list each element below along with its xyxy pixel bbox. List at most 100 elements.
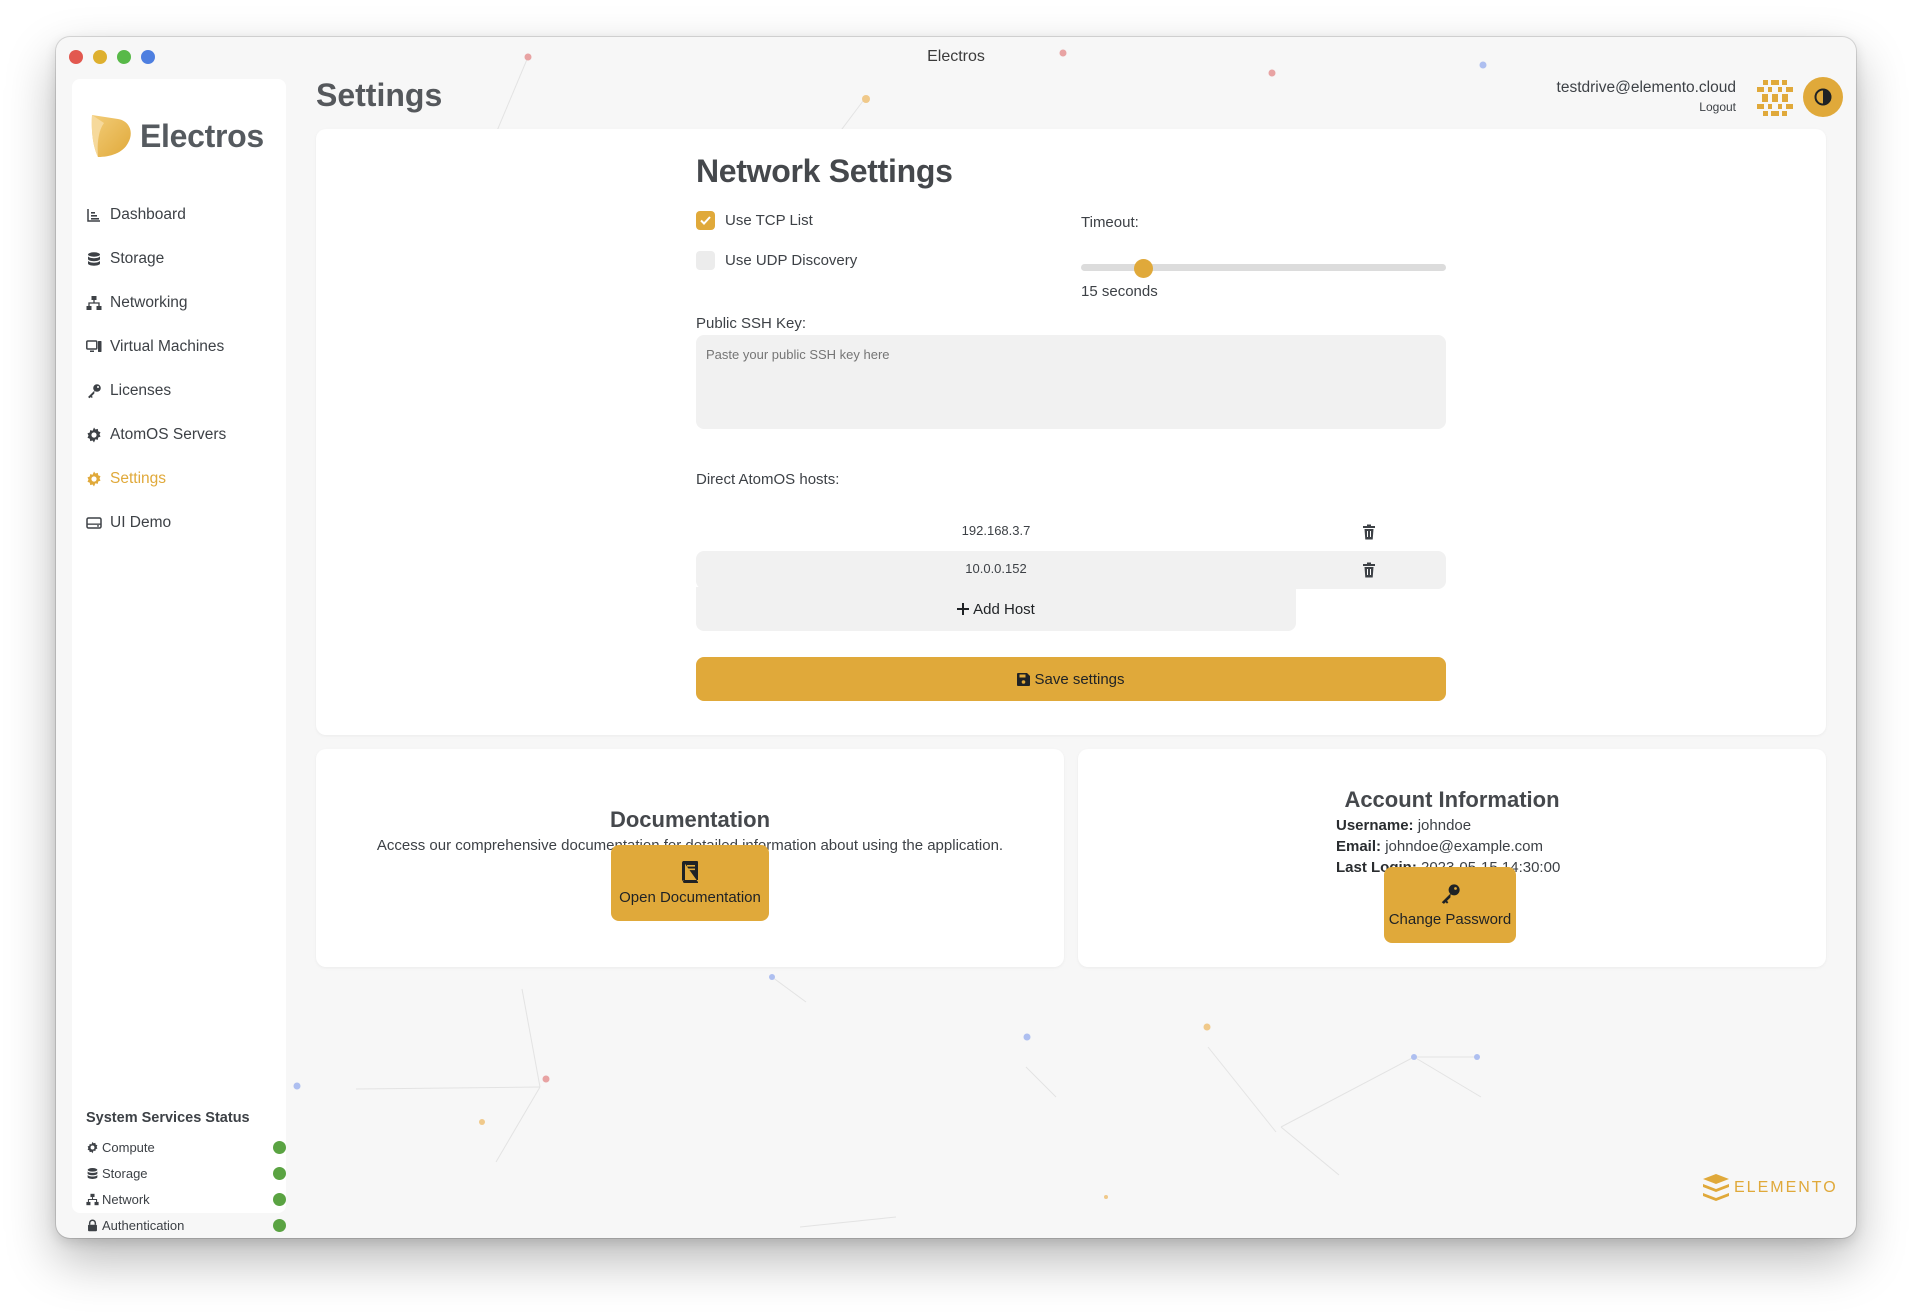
- network-icon: [86, 296, 102, 310]
- chip-icon: [87, 1141, 98, 1153]
- save-icon: [1017, 672, 1031, 686]
- use-tcp-checkbox[interactable]: Use TCP List: [696, 211, 813, 230]
- account-email-row: Email: johndoe@example.com: [1336, 838, 1544, 855]
- checkbox-checked[interactable]: [696, 211, 715, 230]
- sidebar-item-virtual-machines[interactable]: Virtual Machines: [86, 325, 276, 369]
- sidebar-item-ui-demo[interactable]: UI Demo: [86, 501, 276, 545]
- key-icon: [88, 384, 101, 399]
- ssh-key-input[interactable]: [696, 335, 1446, 429]
- checkbox-unchecked[interactable]: [696, 251, 715, 270]
- save-settings-label: Save settings: [1034, 670, 1125, 688]
- chart-icon: [87, 209, 100, 222]
- electros-logo-icon: [91, 115, 131, 157]
- gear-icon: [87, 427, 101, 443]
- sidebar-item-licenses[interactable]: Licenses: [86, 369, 276, 413]
- add-host-label: Add Host: [973, 600, 1035, 618]
- sidebar-item-label: Dashboard: [110, 206, 186, 223]
- gear-icon: [87, 471, 101, 487]
- status-title: System Services Status: [86, 1110, 250, 1126]
- timeout-slider[interactable]: [1081, 259, 1446, 278]
- trash-icon[interactable]: [1362, 524, 1376, 540]
- account-title: Account Information: [1344, 787, 1560, 812]
- network-settings-title: Network Settings: [696, 153, 953, 189]
- account-card: Account Information Username: johndoe Em…: [1078, 749, 1826, 967]
- sidebar-item-atomos-servers[interactable]: AtomOS Servers: [86, 413, 276, 457]
- host-ip: 192.168.3.7: [961, 523, 1031, 538]
- avatar[interactable]: [1754, 77, 1796, 119]
- status-row-authentication: Authentication: [86, 1212, 286, 1238]
- logout-link[interactable]: Logout: [1557, 100, 1736, 114]
- window-title: Electros: [927, 48, 985, 65]
- sidebar-item-label: Settings: [110, 470, 167, 487]
- elemento-logo: ELEMENTO: [1702, 1173, 1838, 1203]
- network-settings-card: Network Settings Use TCP List Use UDP Di…: [316, 129, 1826, 735]
- timeout-value: 15 seconds: [1081, 283, 1158, 300]
- sidebar-item-label: Storage: [110, 250, 165, 267]
- hosts-list: 192.168.3.7 10.0.0.152: [696, 513, 1446, 589]
- close-window-button[interactable]: [69, 50, 83, 64]
- hdd-icon: [86, 517, 102, 529]
- window-controls: [69, 50, 155, 64]
- host-row: 10.0.0.152: [696, 551, 1446, 589]
- check-icon: [700, 216, 711, 225]
- maximize-window-button[interactable]: [117, 50, 131, 64]
- hosts-label: Direct AtomOS hosts:: [696, 471, 840, 488]
- book-icon: [682, 860, 698, 883]
- status-row-compute: Compute: [86, 1134, 286, 1160]
- account-username: johndoe: [1417, 817, 1472, 834]
- theme-toggle-button[interactable]: [1803, 77, 1843, 117]
- status-row-storage: Storage: [86, 1160, 286, 1186]
- minimize-window-button[interactable]: [93, 50, 107, 64]
- key-icon: [1441, 883, 1460, 904]
- documentation-card: Documentation Access our comprehensive d…: [316, 749, 1064, 967]
- ssh-key-label: Public SSH Key:: [696, 315, 807, 332]
- extra-window-button[interactable]: [141, 50, 155, 64]
- elemento-logo-icon: [1703, 1174, 1729, 1201]
- status-row-network: Network: [86, 1186, 286, 1212]
- status-indicator: [273, 1192, 286, 1206]
- status-indicator: [273, 1166, 286, 1180]
- trash-icon[interactable]: [1362, 562, 1376, 578]
- sidebar-item-storage[interactable]: Storage: [86, 237, 276, 281]
- status-indicator: [273, 1140, 286, 1154]
- sidebar-nav: Dashboard Storage Networking Virtual Mac…: [86, 193, 276, 545]
- computer-icon: [86, 340, 102, 352]
- host-ip: 10.0.0.152: [965, 561, 1027, 576]
- sidebar-item-networking[interactable]: Networking: [86, 281, 276, 325]
- use-udp-checkbox[interactable]: Use UDP Discovery: [696, 251, 857, 270]
- network-icon: [86, 1193, 99, 1205]
- user-email: testdrive@elemento.cloud: [1556, 79, 1736, 96]
- use-udp-label: Use UDP Discovery: [725, 252, 858, 269]
- brand-name: Electros: [140, 117, 264, 154]
- page-title: Settings: [316, 77, 443, 113]
- sidebar: Electros Dashboard Storage Networking Vi…: [72, 79, 286, 1233]
- database-icon: [87, 1167, 98, 1179]
- title-bar: Electros: [56, 37, 1856, 77]
- add-host-button[interactable]: Add Host: [696, 587, 1296, 631]
- app-window: Electros Electros Dashboard Storage Netw…: [56, 37, 1856, 1238]
- brand[interactable]: Electros: [88, 111, 264, 161]
- use-tcp-label: Use TCP List: [725, 212, 813, 229]
- open-documentation-button[interactable]: Open Documentation: [611, 845, 769, 921]
- status-indicator: [273, 1218, 286, 1232]
- timeout-label: Timeout:: [1081, 214, 1139, 231]
- change-password-label: Change Password: [1388, 910, 1512, 928]
- contrast-icon: [1814, 88, 1832, 106]
- database-icon: [88, 252, 100, 266]
- sidebar-item-dashboard[interactable]: Dashboard: [86, 193, 276, 237]
- sidebar-item-label: AtomOS Servers: [110, 426, 227, 443]
- change-password-button[interactable]: Change Password: [1384, 867, 1516, 943]
- sidebar-item-label: Virtual Machines: [110, 338, 225, 355]
- save-settings-button[interactable]: Save settings: [696, 657, 1446, 701]
- slider-knob[interactable]: [1134, 259, 1154, 278]
- sidebar-item-settings[interactable]: Settings: [86, 457, 276, 501]
- open-documentation-label: Open Documentation: [619, 888, 761, 906]
- plus-icon: [957, 603, 970, 615]
- user-info: testdrive@elemento.cloud Logout: [1557, 79, 1736, 114]
- sidebar-item-label: UI Demo: [110, 514, 172, 531]
- system-status-panel: System Services Status Compute Storage N…: [86, 1110, 286, 1238]
- host-row: 192.168.3.7: [696, 513, 1446, 551]
- documentation-title: Documentation: [609, 807, 771, 832]
- elemento-logo-text: ELEMENTO: [1734, 1179, 1838, 1196]
- sidebar-item-label: Networking: [110, 294, 188, 311]
